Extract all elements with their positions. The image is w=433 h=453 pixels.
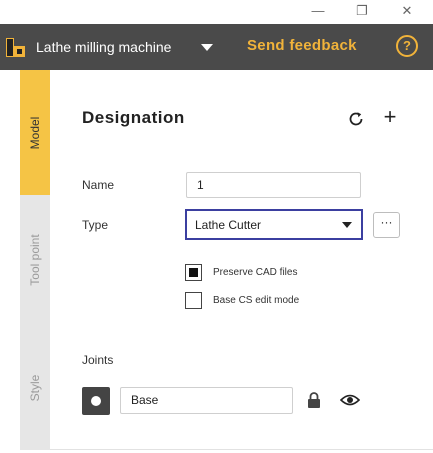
preserve-cad-label: Preserve CAD files	[213, 267, 298, 278]
app-header: Lathe milling machine Send feedback ?	[0, 24, 433, 70]
window-close-icon[interactable]: ✕	[398, 3, 416, 19]
tab-tool-point-label: Tool point	[28, 234, 42, 286]
add-icon[interactable]: +	[380, 106, 400, 128]
help-icon[interactable]: ?	[396, 35, 418, 57]
base-cs-edit-checkbox[interactable]	[185, 292, 202, 309]
tab-style[interactable]: Style	[20, 325, 50, 450]
tab-model[interactable]: Model	[20, 70, 50, 195]
joint-select-button[interactable]	[82, 387, 110, 415]
refresh-icon[interactable]	[346, 109, 366, 129]
tab-style-label: Style	[28, 374, 42, 401]
send-feedback-button[interactable]: Send feedback	[247, 37, 357, 54]
tab-tool-point[interactable]: Tool point	[20, 195, 50, 325]
tab-model-label: Model	[28, 116, 42, 149]
side-tabs: Model Tool point Style	[20, 70, 50, 450]
type-label: Type	[82, 218, 109, 232]
window-minimize-icon[interactable]: —	[309, 3, 327, 19]
preserve-cad-checkbox[interactable]	[185, 264, 202, 281]
panel-title: Designation	[82, 108, 185, 127]
joint-input[interactable]: Base	[120, 387, 293, 414]
lock-icon[interactable]	[307, 391, 321, 409]
chevron-down-icon	[342, 222, 352, 228]
machine-dropdown-chevron-icon[interactable]	[201, 44, 213, 51]
divider	[50, 449, 433, 450]
more-options-button[interactable]: ···	[373, 212, 400, 238]
window-maximize-icon[interactable]: ❐	[353, 3, 371, 19]
machine-name[interactable]: Lathe milling machine	[36, 39, 171, 55]
joints-label: Joints	[82, 353, 114, 367]
window-titlebar: — ❐ ✕	[0, 0, 433, 24]
type-select[interactable]: Lathe Cutter	[185, 209, 363, 240]
base-cs-edit-label: Base CS edit mode	[213, 295, 300, 306]
name-label: Name	[82, 178, 115, 192]
eye-icon[interactable]	[339, 393, 361, 407]
name-input[interactable]: 1	[186, 172, 361, 198]
type-select-value: Lathe Cutter	[195, 218, 262, 232]
app-logo	[6, 38, 26, 57]
